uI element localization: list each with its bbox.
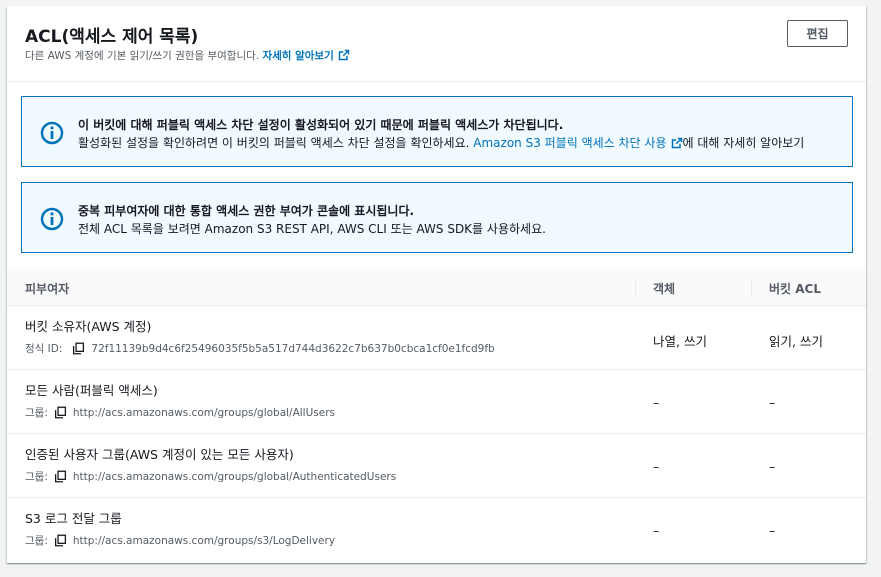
table-header: 피부여자 객체 버킷 ACL	[7, 268, 866, 306]
bucket-acl-permission: –	[769, 523, 776, 538]
edit-button[interactable]: 편집	[787, 20, 848, 47]
table-row: 인증된 사용자 그룹(AWS 계정이 있는 모든 사용자) 그룹: http:/…	[7, 434, 866, 498]
copy-icon[interactable]	[54, 470, 67, 483]
public-access-alert: 이 버킷에 대해 퍼블릭 액세스 차단 설정이 활성화되어 있기 때문에 퍼블릭…	[21, 96, 853, 167]
external-link-icon	[338, 49, 349, 61]
alert-body-suffix: 에 대해 자세히 알아보기	[682, 136, 805, 150]
block-public-access-label: Amazon S3 퍼블릭 액세스 차단 사용	[473, 136, 667, 150]
object-permission: –	[653, 395, 660, 410]
grantee-name: 모든 사람(퍼블릭 액세스)	[25, 383, 158, 398]
grantee-id: 그룹: http://acs.amazonaws.com/groups/glob…	[25, 469, 396, 484]
bucket-acl-permission: 읽기, 쓰기	[769, 334, 823, 349]
description-text: 다른 AWS 계정에 기본 읽기/쓰기 권한을 부여합니다.	[25, 50, 260, 62]
id-label: 그룹:	[25, 535, 48, 547]
id-label: 정식 ID:	[25, 343, 63, 355]
external-link-icon	[671, 137, 682, 149]
learn-more-link[interactable]: 자세히 알아보기	[262, 49, 349, 62]
info-circle-icon	[40, 121, 64, 145]
grantee-name: S3 로그 전달 그룹	[25, 511, 122, 526]
grantee-id: 정식 ID: 72f11139b9d4c6f25496035f5b5a517d7…	[25, 341, 495, 356]
table-row: S3 로그 전달 그룹 그룹: http://acs.amazonaws.com…	[7, 498, 866, 562]
id-value: http://acs.amazonaws.com/groups/s3/LogDe…	[72, 534, 336, 547]
block-public-access-link[interactable]: Amazon S3 퍼블릭 액세스 차단 사용	[473, 136, 682, 150]
grantee-info-alert: 중복 피부여자에 대한 통합 액세스 권한 부여가 콘솔에 표시됩니다. 전체 …	[21, 182, 853, 253]
grantee-id: 그룹: http://acs.amazonaws.com/groups/glob…	[25, 405, 335, 420]
id-value: http://acs.amazonaws.com/groups/global/A…	[72, 406, 336, 419]
alert-body: 활성화된 설정을 확인하려면 이 버킷의 퍼블릭 액세스 차단 설정을 확인하세…	[78, 134, 804, 151]
grantee-name: 버킷 소유자(AWS 계정)	[25, 319, 152, 334]
column-grantee: 피부여자	[25, 282, 70, 296]
copy-icon[interactable]	[72, 342, 85, 355]
acl-table: 피부여자 객체 버킷 ACL 버킷 소유자(AWS 계정) 정식 ID: 72f…	[7, 268, 866, 562]
id-value: 72f11139b9d4c6f25496035f5b5a517d744d3622…	[91, 342, 495, 355]
panel-title: ACL(액세스 제어 목록)	[25, 27, 199, 47]
object-permission: –	[653, 459, 660, 474]
object-permission: –	[653, 523, 660, 538]
bucket-acl-permission: –	[769, 395, 776, 410]
id-value: http://acs.amazonaws.com/groups/global/A…	[72, 470, 397, 483]
column-divider	[635, 278, 636, 296]
alert-title: 이 버킷에 대해 퍼블릭 액세스 차단 설정이 활성화되어 있기 때문에 퍼블릭…	[78, 118, 564, 132]
column-bucket-acl: 버킷 ACL	[769, 282, 821, 296]
id-label: 그룹:	[25, 407, 48, 419]
table-row: 버킷 소유자(AWS 계정) 정식 ID: 72f11139b9d4c6f254…	[7, 306, 866, 370]
info-circle-icon	[40, 207, 64, 231]
id-label: 그룹:	[25, 471, 48, 483]
alert-title: 중복 피부여자에 대한 통합 액세스 권한 부여가 콘솔에 표시됩니다.	[78, 204, 415, 218]
learn-more-label: 자세히 알아보기	[262, 50, 334, 62]
copy-icon[interactable]	[54, 406, 67, 419]
panel-header: ACL(액세스 제어 목록) 다른 AWS 계정에 기본 읽기/쓰기 권한을 부…	[7, 6, 866, 82]
alert-body-prefix: 활성화된 설정을 확인하려면 이 버킷의 퍼블릭 액세스 차단 설정을 확인하세…	[78, 136, 470, 150]
bucket-acl-permission: –	[769, 459, 776, 474]
column-divider	[751, 278, 752, 296]
panel-description: 다른 AWS 계정에 기본 읽기/쓰기 권한을 부여합니다. 자세히 알아보기	[25, 48, 350, 63]
copy-icon[interactable]	[54, 534, 67, 547]
grantee-name: 인증된 사용자 그룹(AWS 계정이 있는 모든 사용자)	[25, 447, 294, 462]
object-permission: 나열, 쓰기	[653, 334, 707, 349]
alert-body: 전체 ACL 목록을 보려면 Amazon S3 REST API, AWS C…	[78, 222, 546, 236]
column-object: 객체	[653, 282, 676, 296]
acl-panel: ACL(액세스 제어 목록) 다른 AWS 계정에 기본 읽기/쓰기 권한을 부…	[7, 6, 866, 563]
table-row: 모든 사람(퍼블릭 액세스) 그룹: http://acs.amazonaws.…	[7, 370, 866, 434]
grantee-id: 그룹: http://acs.amazonaws.com/groups/s3/L…	[25, 533, 335, 548]
